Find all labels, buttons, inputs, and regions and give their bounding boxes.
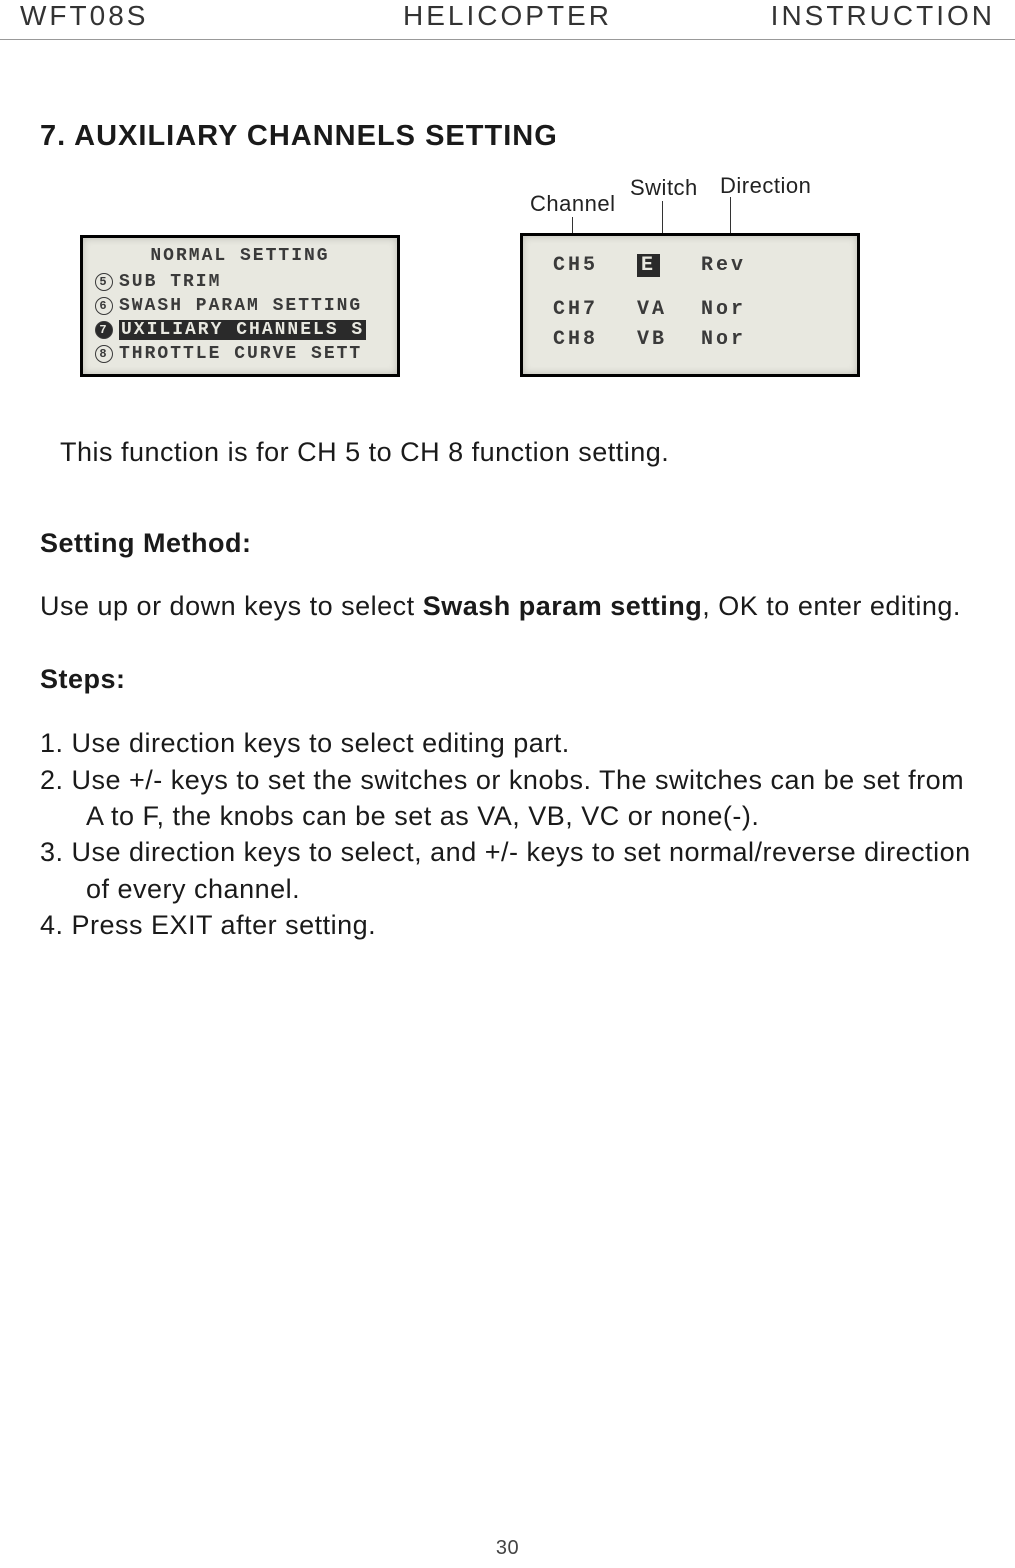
aux-channel: CH7 [553,298,613,321]
lcd-label-row: Channel Switch Direction [520,173,860,233]
lcd-menu-item-label: SWASH PARAM SETTING [119,296,362,316]
steps-list: 1. Use direction keys to select editing … [40,725,975,944]
step-item: 1. Use direction keys to select editing … [40,725,975,761]
aux-switch: VB [637,328,677,351]
lcd-menu-item-number: 6 [95,297,113,315]
steps-title: Steps: [40,664,975,695]
aux-direction: Nor [701,298,746,321]
lcd-menu-item: 7 UXILIARY CHANNELS S [95,318,385,342]
aux-direction: Nor [701,328,746,351]
tick-switch [662,201,663,233]
lcd-menu-item: 6 SWASH PARAM SETTING [95,294,385,318]
lcd-menu-screen: NORMAL SETTING 5 SUB TRIM 6 SWASH PARAM SET… [80,235,400,377]
step-item: 3. Use direction keys to select, and +/-… [40,834,975,907]
aux-switch: VA [637,298,677,321]
label-direction: Direction [720,173,811,199]
method-text: Use up or down keys to select Swash para… [40,589,975,624]
lcd-left-container: NORMAL SETTING 5 SUB TRIM 6 SWASH PARAM SET… [80,235,400,377]
tick-direction [730,197,731,233]
label-switch: Switch [630,175,698,201]
lcd-menu-item-label: UXILIARY CHANNELS S [119,320,366,340]
page-number: 30 [496,1537,519,1560]
lcd-menu-item-number: 5 [95,273,113,291]
step-item: 4. Press EXIT after setting. [40,907,975,943]
aux-switch: E [637,254,677,277]
page-content: 7. AUXILIARY CHANNELS SETTING NORMAL SET… [0,40,1015,944]
label-channel: Channel [530,191,615,217]
method-text-post: , OK to enter editing. [702,591,961,621]
aux-channel: CH8 [553,328,613,351]
lcd-menu-item: 8 THROTTLE CURVE SETT [95,342,385,366]
lcd-menu-item-label: THROTTLE CURVE SETT [119,344,362,364]
header-doc-type: INSTRUCTION [670,0,995,32]
section-title: 7. AUXILIARY CHANNELS SETTING [40,120,975,153]
lcd-menu-title: NORMAL SETTING [95,246,385,266]
lcd-images-row: NORMAL SETTING 5 SUB TRIM 6 SWASH PARAM SET… [40,173,975,377]
lcd-right-container: Channel Switch Direction CH5 E Rev CH7 VA Nor… [520,173,860,377]
lcd-menu-item-number: 7 [95,321,113,339]
aux-channel-row: CH8 VB Nor [553,324,841,354]
lcd-menu-item: 5 SUB TRIM [95,270,385,294]
step-item: 2. Use +/- keys to set the switches or k… [40,762,975,835]
page-header: WFT08S HELICOPTER INSTRUCTION [0,0,1015,40]
lcd-menu-item-number: 8 [95,345,113,363]
tick-channel [572,217,573,233]
aux-direction: Rev [701,254,746,277]
method-text-bold: Swash param setting [423,591,703,621]
aux-channel-row: CH7 VA Nor [553,294,841,324]
method-text-pre: Use up or down keys to select [40,591,423,621]
method-title: Setting Method: [40,528,975,559]
header-mode: HELICOPTER [345,0,670,32]
aux-channel: CH5 [553,254,613,277]
intro-text: This function is for CH 5 to CH 8 functi… [60,437,975,468]
lcd-aux-screen: CH5 E Rev CH7 VA Nor CH8 VB Nor [520,233,860,377]
lcd-menu-item-label: SUB TRIM [119,272,221,292]
header-model: WFT08S [20,0,345,32]
aux-channel-row: CH5 E Rev [553,250,841,280]
